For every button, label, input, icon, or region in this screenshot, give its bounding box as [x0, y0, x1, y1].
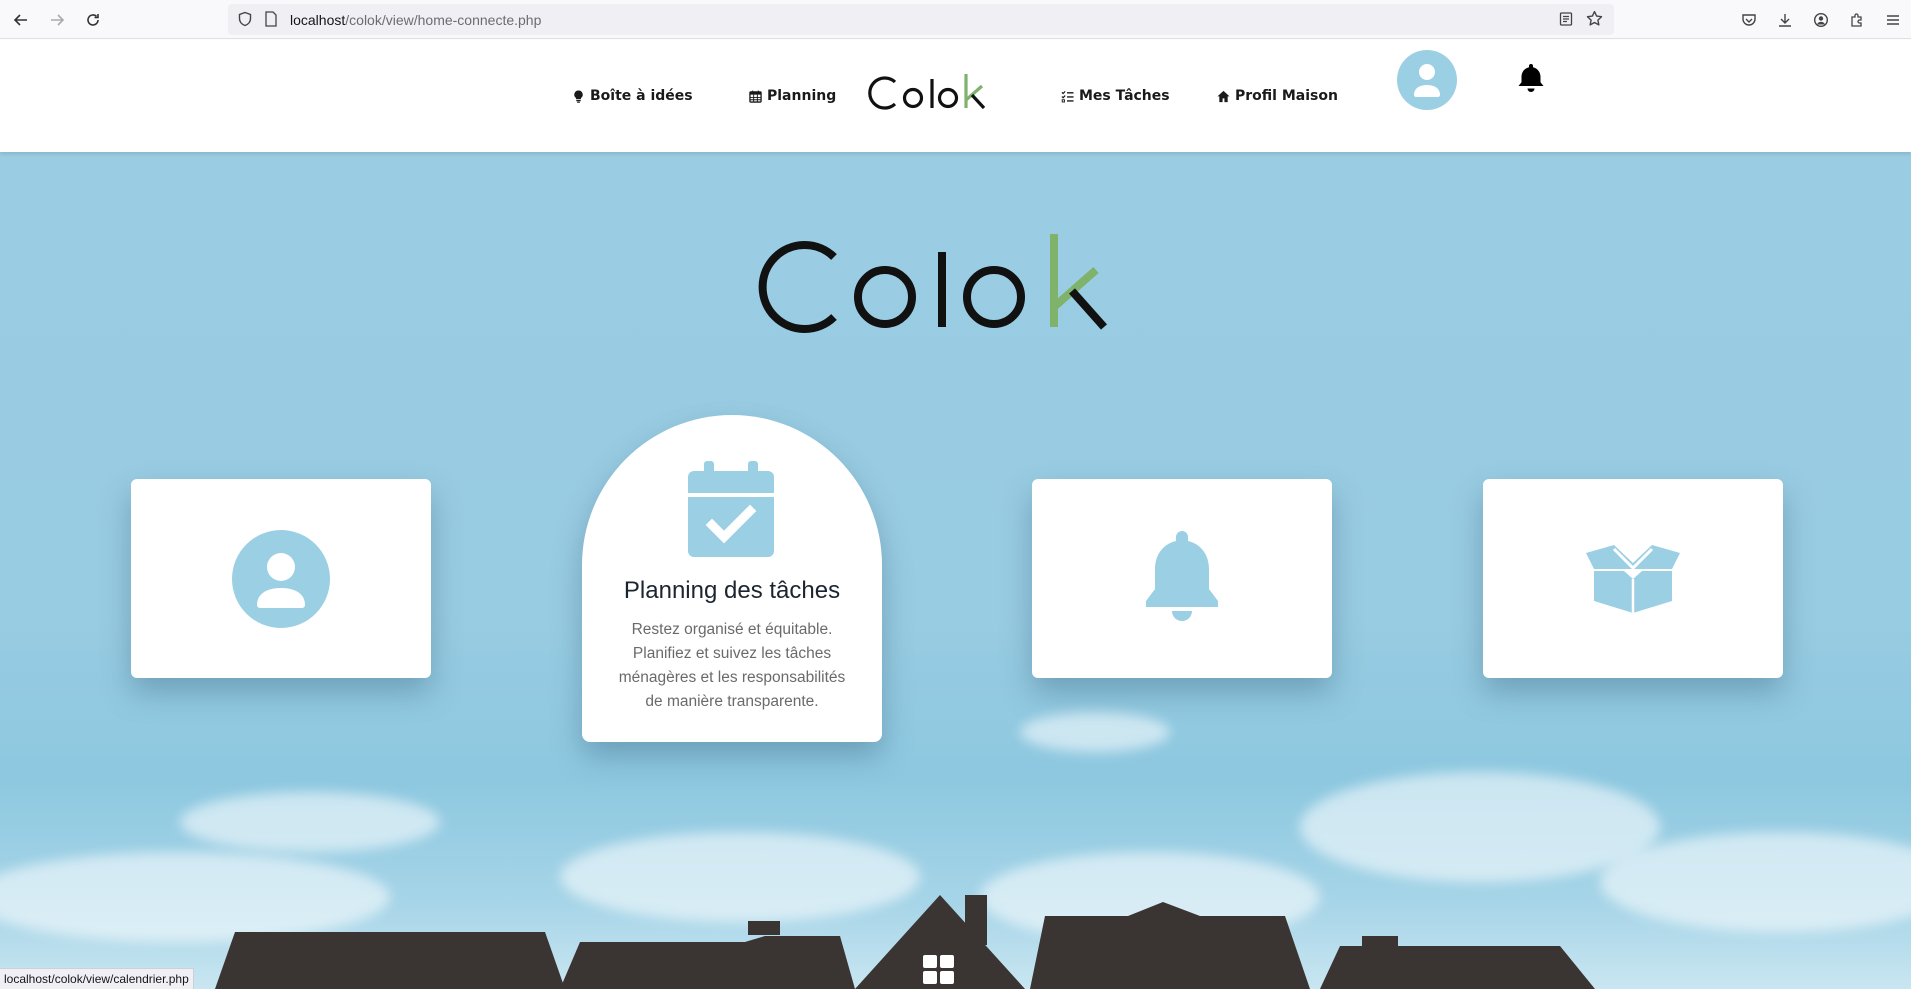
user-icon [1414, 64, 1440, 97]
calendar-icon [749, 89, 762, 103]
reload-icon[interactable] [81, 8, 105, 32]
home-icon [1217, 90, 1230, 102]
user-circle-icon [232, 529, 330, 628]
downloads-icon[interactable] [1774, 9, 1796, 31]
status-bar-url: localhost/colok/view/calendrier.php [0, 968, 194, 989]
page-icon[interactable] [264, 11, 278, 32]
reader-view-icon[interactable] [1558, 11, 1574, 32]
nav-label: Mes Tâches [1079, 88, 1170, 104]
card-planning[interactable]: Planning des tâches Restez organisé et é… [582, 415, 882, 742]
nav-mes-taches[interactable]: Mes Tâches [1061, 88, 1170, 104]
card-notifications[interactable] [1032, 479, 1332, 678]
hero-section: Planning des tâches Restez organisé et é… [0, 152, 1911, 989]
header-logo[interactable] [868, 68, 1000, 118]
nav-planning[interactable]: Planning [749, 88, 836, 104]
card-box[interactable] [1483, 479, 1783, 678]
back-icon[interactable] [9, 8, 33, 32]
bell-icon [1146, 530, 1218, 621]
open-box-icon [1586, 544, 1680, 613]
hero-logo [758, 234, 1107, 333]
rooftops-illustration [215, 895, 1595, 989]
nav-boite-a-idees[interactable]: Boîte à idées [572, 88, 693, 104]
url-host: localhost [290, 12, 346, 28]
cloud [1300, 772, 1660, 882]
bookmark-star-icon[interactable] [1586, 10, 1603, 32]
lightbulb-icon [574, 89, 583, 103]
nav-label: Boîte à idées [590, 88, 693, 104]
cloud [180, 792, 440, 852]
card-title: Planning des tâches [623, 577, 841, 604]
nav-label: Planning [767, 88, 837, 104]
nav-profil-maison[interactable]: Profil Maison [1217, 88, 1338, 104]
url-text[interactable]: localhost/colok/view/home-connecte.php [290, 12, 541, 28]
shield-icon[interactable] [237, 11, 253, 32]
pocket-icon[interactable] [1738, 9, 1760, 31]
calendar-check-icon [688, 461, 774, 557]
tasks-list-icon [1061, 90, 1074, 102]
forward-icon[interactable] [45, 8, 69, 32]
menu-icon[interactable] [1882, 9, 1904, 31]
address-bar[interactable]: localhost/colok/view/home-connecte.php [228, 4, 1614, 35]
card-description: Restez organisé et équitable. Planifiez … [618, 621, 846, 710]
notification-bell-icon[interactable] [1517, 62, 1545, 94]
nav-label: Profil Maison [1235, 88, 1338, 104]
card-profile[interactable] [131, 479, 431, 678]
browser-toolbar: localhost/colok/view/home-connecte.php [0, 0, 1911, 39]
url-path: /colok/view/home-connecte.php [345, 12, 542, 28]
account-icon[interactable] [1810, 9, 1832, 31]
site-header: Boîte à idées Planning Mes Tâches Profil… [0, 40, 1911, 152]
extensions-icon[interactable] [1846, 9, 1868, 31]
cloud [1020, 712, 1170, 752]
avatar[interactable] [1397, 50, 1457, 110]
